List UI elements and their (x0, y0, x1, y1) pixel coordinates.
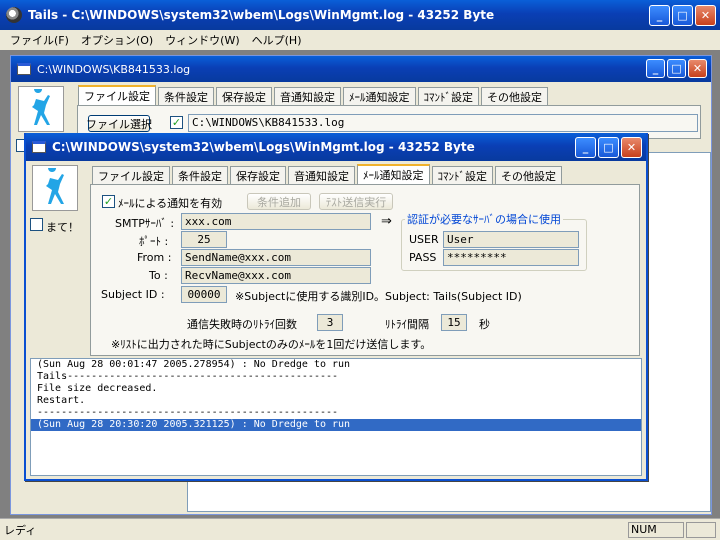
child2-minimize-button[interactable]: _ (575, 137, 596, 158)
menu-file[interactable]: ファイル(F) (4, 32, 75, 48)
log-line[interactable]: Tails-----------------------------------… (31, 371, 641, 383)
smtp-label: SMTPｻｰﾊﾞ : (115, 217, 175, 230)
log-line-selected[interactable]: (Sun Aug 28 20:30:20 2005.321125) : No D… (31, 419, 641, 431)
child1-close-button[interactable]: ✕ (688, 59, 707, 78)
tab-mail[interactable]: ﾒｰﾙ通知設定 (357, 164, 430, 184)
log-line[interactable]: (Sun Aug 28 00:01:47 2005.278954) : No D… (31, 359, 641, 371)
child1-tab-command[interactable]: ｺﾏﾝﾄﾞ設定 (417, 87, 479, 105)
from-field[interactable]: SendName@xxx.com (181, 249, 371, 266)
user-field[interactable]: User (443, 231, 579, 248)
child2-title-bar[interactable]: C:\WINDOWS\system32\wbem\Logs\WinMgmt.lo… (26, 133, 646, 161)
pass-field[interactable]: ********* (443, 249, 579, 266)
child1-tab-condition[interactable]: 条件設定 (158, 87, 214, 105)
document-icon (32, 141, 46, 153)
auth-group-title: 認証が必要なｻｰﾊﾞの場合に使用 (405, 211, 563, 227)
minimize-button[interactable]: _ (649, 5, 670, 26)
tab-file[interactable]: ファイル設定 (92, 166, 170, 184)
user-label: USER (409, 233, 439, 246)
subject-note: ※Subjectに使用する識別ID。Subject: Tails(Subject… (235, 290, 522, 303)
file-enable-checkbox[interactable]: ✓ (170, 116, 183, 129)
child1-maximize-button[interactable]: □ (667, 59, 686, 78)
subject-id-label: Subject ID : (101, 288, 165, 301)
tab-condition[interactable]: 条件設定 (172, 166, 228, 184)
smtp-server-field[interactable]: xxx.com (181, 213, 371, 230)
status-num: NUM (628, 521, 684, 538)
tab-save[interactable]: 保存設定 (230, 166, 286, 184)
log-line[interactable]: Restart. (31, 395, 641, 407)
maximize-button[interactable]: □ (672, 5, 693, 26)
retry-interval-label: ﾘﾄﾗｲ間隔 (385, 318, 429, 331)
document-icon (17, 63, 31, 75)
mail-settings-panel: ✓ ﾒｰﾙによる通知を有効 条件追加 ﾃｽﾄ送信実行 SMTPｻｰﾊﾞ : xx… (90, 184, 640, 356)
menu-option[interactable]: オプション(O) (75, 32, 159, 48)
wait-label: まて！ (46, 221, 79, 234)
retry-count-field[interactable]: 3 (317, 314, 343, 331)
child2-close-button[interactable]: ✕ (621, 137, 642, 158)
port-field[interactable]: 25 (181, 231, 227, 248)
file-select-button[interactable]: ファイル選択 (86, 115, 152, 132)
tab-command[interactable]: ｺﾏﾝﾄﾞ設定 (431, 166, 493, 184)
tab-sound[interactable]: 音通知設定 (288, 166, 355, 184)
child1-tab-file[interactable]: ファイル設定 (78, 85, 156, 105)
mail-enable-checkbox[interactable]: ✓ (102, 195, 115, 208)
wait-checkbox[interactable] (30, 218, 43, 231)
app-icon[interactable] (6, 7, 22, 23)
pass-label: PASS (409, 251, 437, 264)
child1-tab-other[interactable]: その他設定 (481, 87, 548, 105)
log-line[interactable]: File size decreased. (31, 383, 641, 395)
child2-maximize-button[interactable]: □ (598, 137, 619, 158)
child1-title-bar[interactable]: C:\WINDOWS\KB841533.log _ □ ✕ (11, 56, 711, 82)
footnote: ※ﾘｽﾄに出力された時にSubjectのみのﾒｰﾙを1回だけ送信します。 (111, 338, 432, 351)
retry-interval-unit: 秒 (479, 318, 490, 331)
menu-bar: ファイル(F) オプション(O) ウィンドウ(W) ヘルプ(H) (0, 30, 720, 50)
to-field[interactable]: RecvName@xxx.com (181, 267, 371, 284)
child1-tab-sound[interactable]: 音通知設定 (274, 87, 341, 105)
child1-tab-save[interactable]: 保存設定 (216, 87, 272, 105)
main-title: Tails - C:\WINDOWS\system32\wbem\Logs\Wi… (28, 8, 495, 22)
dancer-avatar-icon (32, 165, 78, 211)
child1-title: C:\WINDOWS\KB841533.log (37, 62, 191, 76)
from-label: From : (137, 251, 172, 264)
menu-help[interactable]: ヘルプ(H) (246, 32, 308, 48)
arrow-icon: ⇒ (381, 214, 392, 229)
dancer-avatar-icon (18, 86, 64, 132)
tab-other[interactable]: その他設定 (495, 166, 562, 184)
to-label: To : (149, 269, 168, 282)
child1-tab-mail[interactable]: ﾒｰﾙ通知設定 (343, 87, 416, 105)
status-bar: レディ NUM (0, 518, 720, 540)
file-path-field[interactable]: C:\WINDOWS\KB841533.log (188, 114, 698, 132)
child2-title: C:\WINDOWS\system32\wbem\Logs\WinMgmt.lo… (52, 140, 475, 154)
retry-interval-field[interactable]: 15 (441, 314, 467, 331)
main-title-bar[interactable]: Tails - C:\WINDOWS\system32\wbem\Logs\Wi… (0, 0, 720, 30)
mail-enable-label: ﾒｰﾙによる通知を有効 (118, 197, 223, 210)
close-button[interactable]: ✕ (695, 5, 716, 26)
log-line[interactable]: ----------------------------------------… (31, 407, 641, 419)
retry-count-label: 通信失敗時のﾘﾄﾗｲ回数 (187, 318, 297, 331)
child1-minimize-button[interactable]: _ (646, 59, 665, 78)
subject-id-field[interactable]: 00000 (181, 286, 227, 303)
log-view[interactable]: (Sun Aug 28 00:01:47 2005.278954) : No D… (30, 358, 642, 476)
menu-window[interactable]: ウィンドウ(W) (159, 32, 245, 48)
status-text: レディ (4, 523, 37, 537)
condition-add-button[interactable]: 条件追加 (247, 193, 311, 210)
test-send-button[interactable]: ﾃｽﾄ送信実行 (319, 193, 393, 210)
port-label: ﾎﾟｰﾄ : (139, 235, 169, 248)
status-empty (686, 521, 716, 538)
child-window-winmgmt[interactable]: C:\WINDOWS\system32\wbem\Logs\WinMgmt.lo… (24, 133, 648, 481)
